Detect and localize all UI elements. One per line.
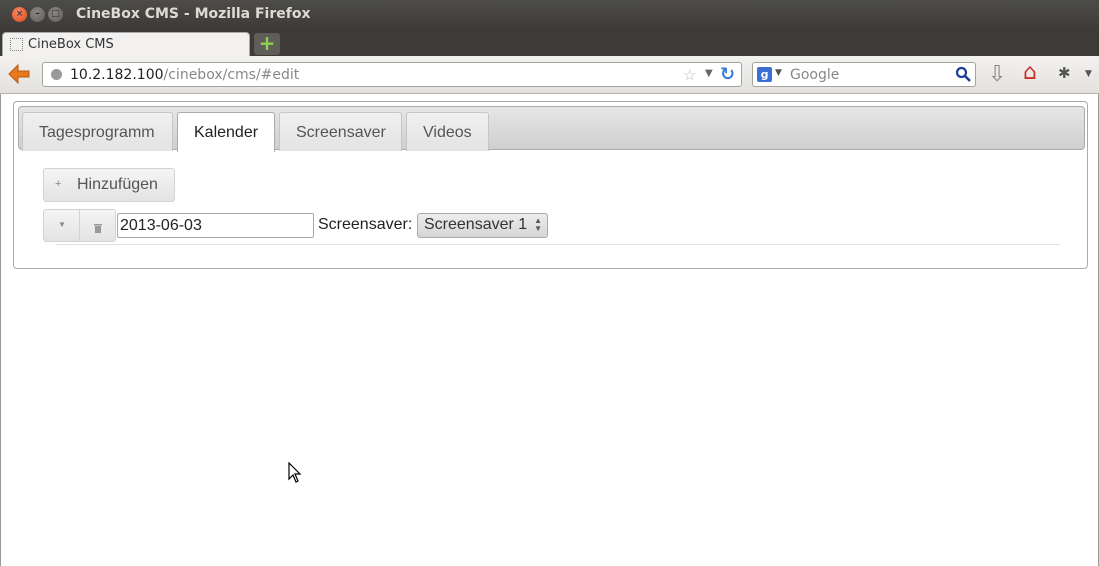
addon-bug-icon[interactable]: ✱ [1058, 64, 1071, 82]
search-bar[interactable]: g ▼ Google [752, 62, 976, 87]
window-maximize-button[interactable]: □ [48, 7, 63, 22]
url-text: 10.2.182.100/cinebox/cms/#edit [70, 67, 300, 83]
date-input[interactable] [117, 213, 314, 238]
screensaver-select[interactable]: Screensaver 1 ▲ ▼ [417, 213, 548, 238]
google-engine-icon[interactable]: g [757, 67, 772, 82]
url-history-dropdown-icon[interactable]: ▼ [705, 68, 713, 79]
browser-tab[interactable]: CineBox CMS [2, 32, 250, 56]
window-close-button[interactable]: × [12, 7, 27, 22]
tab-kalender[interactable]: Kalender [177, 112, 275, 152]
expand-toggle-button[interactable]: ▼ [43, 209, 80, 242]
trash-icon [94, 220, 102, 233]
plus-icon: + [55, 178, 62, 190]
window-titlebar: × – □ CineBox CMS - Mozilla Firefox [0, 0, 1099, 29]
search-engine-dropdown-icon[interactable]: ▼ [775, 68, 782, 78]
toolbar-menu-dropdown-icon[interactable]: ▼ [1085, 69, 1092, 79]
download-arrow-icon[interactable]: ⇩ [988, 62, 1006, 87]
favicon-placeholder-icon [10, 38, 23, 51]
tab-videos[interactable]: Videos [406, 112, 489, 151]
home-icon[interactable]: ⌂ [1023, 60, 1037, 85]
row-divider [56, 244, 1060, 245]
tabs-panel: Tagesprogramm Kalender Screensaver Video… [13, 101, 1088, 269]
tab-tagesprogramm[interactable]: Tagesprogramm [22, 112, 173, 151]
window-title: CineBox CMS - Mozilla Firefox [76, 6, 311, 22]
add-button-label: Hinzufügen [77, 176, 158, 193]
new-tab-button[interactable]: + [254, 33, 280, 55]
bookmark-star-icon[interactable]: ☆ [683, 66, 696, 84]
reload-icon[interactable]: ↻ [720, 64, 735, 85]
add-button[interactable]: + Hinzufügen [43, 168, 175, 202]
url-bar[interactable]: 10.2.182.100/cinebox/cms/#edit ☆ ▼ ↻ [42, 62, 742, 87]
screensaver-label: Screensaver: [318, 216, 413, 233]
select-updown-icon: ▲ ▼ [534, 216, 542, 233]
search-input[interactable]: Google [790, 67, 839, 83]
browser-tab-label: CineBox CMS [28, 37, 114, 52]
tab-screensaver[interactable]: Screensaver [279, 112, 402, 151]
globe-icon [51, 69, 62, 80]
delete-button[interactable] [79, 209, 116, 242]
browser-navbar: 10.2.182.100/cinebox/cms/#edit ☆ ▼ ↻ g ▼… [0, 56, 1099, 94]
screensaver-selected-value: Screensaver 1 [424, 216, 528, 233]
entry-button-group: ▼ [43, 209, 116, 242]
browser-tabbar: CineBox CMS + [0, 29, 1099, 56]
page-content: Tagesprogramm Kalender Screensaver Video… [0, 94, 1099, 566]
tabs-header: Tagesprogramm Kalender Screensaver Video… [18, 106, 1085, 152]
back-arrow-icon[interactable] [7, 63, 33, 85]
search-icon[interactable] [955, 66, 971, 82]
window-minimize-button[interactable]: – [30, 7, 45, 22]
caret-down-icon: ▼ [58, 220, 66, 229]
mouse-pointer-icon [288, 461, 302, 484]
